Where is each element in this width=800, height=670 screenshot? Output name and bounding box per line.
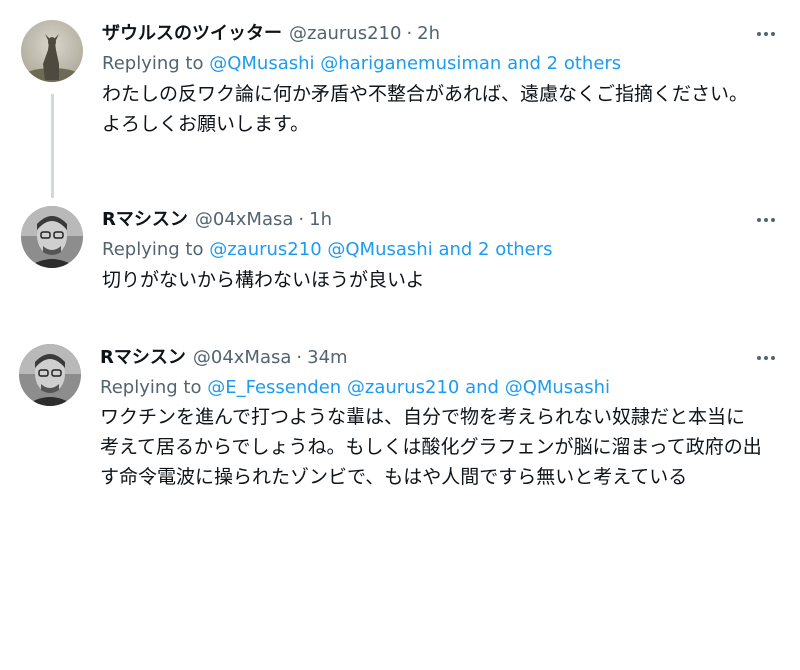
display-name[interactable]: ザウルスのツイッター (102, 22, 282, 46)
timestamp[interactable]: 2h (417, 22, 440, 46)
replying-to-line: Replying to @E_Fessenden @zaurus210 and … (100, 376, 610, 400)
timestamp[interactable]: 1h (309, 208, 332, 232)
avatar[interactable] (21, 20, 83, 82)
tweet-text: ワクチンを進んで打つような輩は、自分で物を考えられない奴隷だと本当に考えて居るか… (100, 406, 762, 488)
separator-dot: · (298, 209, 305, 230)
mention-link[interactable]: @QMusashi (209, 53, 314, 74)
replying-to-line: Replying to @QMusashi @hariganemusiman a… (102, 52, 621, 76)
tweet-header: ザウルスのツイッター @zaurus210 · 2h (102, 22, 440, 46)
display-name[interactable]: Rマシスン (102, 208, 188, 232)
thread-connector-line (51, 94, 54, 198)
avatar[interactable] (19, 344, 81, 406)
others-link[interactable]: and 2 others (438, 239, 552, 260)
replying-to-label: Replying to (102, 239, 204, 260)
mention-link[interactable]: @QMusashi (505, 377, 610, 398)
tweet-header: Rマシスン @04xMasa · 34m (100, 346, 348, 370)
separator-dot: · (406, 23, 413, 44)
others-link[interactable]: and 2 others (507, 53, 621, 74)
person-avatar-icon (19, 344, 81, 406)
user-handle[interactable]: @zaurus210 (289, 22, 401, 46)
more-options-icon[interactable] (754, 346, 778, 370)
tweet-header: Rマシスン @04xMasa · 1h (102, 208, 332, 232)
mention-link[interactable]: @QMusashi (327, 239, 432, 260)
replying-to-label: Replying to (102, 53, 204, 74)
separator-dot: · (296, 347, 303, 368)
tweet-text: 切りがないから構わないほうが良いよ (102, 269, 425, 291)
mention-link[interactable]: @hariganemusiman (320, 53, 501, 74)
person-avatar-icon (21, 206, 83, 268)
tweet-text: わたしの反ワク論に何か矛盾や不整合があれば、遠慮なくご指摘ください。よろしくお願… (102, 83, 749, 135)
replying-to-label: Replying to (100, 377, 202, 398)
user-handle[interactable]: @04xMasa (193, 346, 292, 370)
mention-link[interactable]: @E_Fessenden (207, 377, 341, 398)
mention-link[interactable]: @zaurus210 (209, 239, 321, 260)
timestamp[interactable]: 34m (307, 346, 347, 370)
display-name[interactable]: Rマシスン (100, 346, 186, 370)
user-handle[interactable]: @04xMasa (195, 208, 294, 232)
replying-to-line: Replying to @zaurus210 @QMusashi and 2 o… (102, 238, 553, 262)
mention-link[interactable]: @zaurus210 (347, 377, 459, 398)
avatar[interactable] (21, 206, 83, 268)
more-options-icon[interactable] (754, 208, 778, 232)
deer-avatar-icon (21, 20, 83, 82)
more-options-icon[interactable] (754, 22, 778, 46)
and-link[interactable]: and (465, 377, 499, 398)
